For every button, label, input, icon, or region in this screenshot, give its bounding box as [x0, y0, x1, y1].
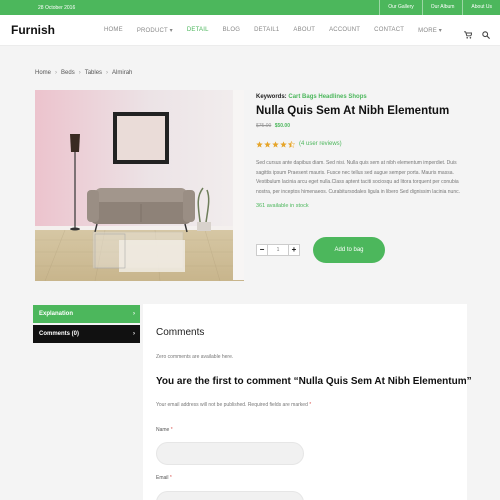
required-note: Your email address will not be published…: [156, 402, 311, 408]
cart-icon[interactable]: [464, 26, 473, 44]
tab-explanation[interactable]: Explanation ›: [33, 305, 140, 323]
reviews-link[interactable]: (4 user reviews): [299, 141, 342, 147]
increase-button[interactable]: +: [288, 244, 300, 256]
nav-about[interactable]: ABOUT: [293, 27, 315, 34]
logo[interactable]: Furnish: [11, 23, 55, 37]
breadcrumb: Home › Beds › Tables › Almirah: [35, 70, 132, 76]
breadcrumb-beds[interactable]: Beds: [61, 70, 75, 76]
product-tabs: Explanation › Comments (0) ›: [33, 305, 140, 343]
date-text: 28 October 2016: [38, 5, 76, 11]
star-icon: [264, 135, 271, 153]
tab-comments-label: Comments (0): [39, 331, 80, 337]
email-label: Email *: [156, 475, 172, 481]
nav-detail1[interactable]: DETAIL1: [254, 27, 279, 34]
zero-comments-text: Zero comments are available here.: [156, 354, 234, 360]
product-image[interactable]: [35, 90, 244, 281]
name-label-text: Name: [156, 427, 170, 433]
new-price: $50.00: [274, 123, 290, 129]
top-link-about[interactable]: About Us: [462, 0, 500, 15]
breadcrumb-separator: ›: [78, 70, 81, 76]
main-header: Furnish HOME PRODUCT ▾ DETAIL BLOG DETAI…: [0, 15, 500, 46]
name-label: Name *: [156, 427, 173, 433]
top-link-album[interactable]: Our Album: [421, 0, 463, 15]
breadcrumb-separator: ›: [106, 70, 109, 76]
nav-blog[interactable]: BLOG: [223, 27, 240, 34]
main-nav: HOME PRODUCT ▾ DETAIL BLOG DETAIL1 ABOUT…: [104, 27, 456, 34]
name-field[interactable]: [156, 442, 304, 465]
tab-comments[interactable]: Comments (0) ›: [33, 325, 140, 343]
star-icon: [280, 135, 287, 153]
keywords-label: Keywords:: [256, 94, 287, 100]
breadcrumb-almirah: Almirah: [112, 70, 133, 76]
email-field[interactable]: [156, 491, 304, 500]
product-title: Nulla Quis Sem At Nibh Elementum: [256, 105, 450, 117]
nav-detail[interactable]: DETAIL: [187, 27, 209, 34]
required-note-text: Your email address will not be published…: [156, 402, 308, 408]
star-icon: [256, 135, 263, 153]
keywords: Keywords: Cart Bags Headlines Shops: [256, 94, 468, 100]
required-asterisk: *: [170, 427, 173, 433]
breadcrumb-tables[interactable]: Tables: [85, 70, 102, 76]
chevron-right-icon: ›: [133, 331, 135, 337]
product-description: Sed cursus ante dapibus diam. Sed nisi. …: [256, 160, 461, 195]
nav-product[interactable]: PRODUCT ▾: [137, 27, 173, 34]
stock-status: 361 available in stock: [256, 203, 309, 210]
star-half-icon: [287, 135, 296, 153]
comments-heading: Comments: [156, 327, 205, 338]
nav-account[interactable]: ACCOUNT: [329, 27, 360, 34]
price-block: $75.00 $50.00: [256, 123, 468, 129]
keywords-links[interactable]: Cart Bags Headlines Shops: [288, 94, 366, 100]
first-comment-heading: You are the first to comment “Nulla Quis…: [156, 376, 472, 387]
nav-more[interactable]: MORE ▾: [418, 27, 442, 34]
rating: (4 user reviews): [256, 135, 468, 153]
product-info: Keywords: Cart Bags Headlines Shops Null…: [256, 94, 468, 263]
top-links: Our Gallery Our Album About Us: [379, 0, 500, 15]
decrease-button[interactable]: −: [256, 244, 268, 256]
quantity-input[interactable]: 1: [268, 244, 288, 256]
email-label-text: Email: [156, 475, 169, 481]
breadcrumb-home[interactable]: Home: [35, 70, 51, 76]
required-asterisk: *: [169, 475, 172, 481]
tab-explanation-label: Explanation: [39, 311, 74, 317]
chevron-right-icon: ›: [133, 311, 135, 317]
quantity-stepper: − 1 +: [256, 244, 300, 256]
nav-home[interactable]: HOME: [104, 27, 123, 34]
buy-row: − 1 + Add to bag: [256, 237, 468, 265]
star-icon: [272, 135, 279, 153]
comments-panel: Comments Zero comments are available her…: [143, 304, 472, 500]
breadcrumb-separator: ›: [55, 70, 58, 76]
add-to-bag-button[interactable]: Add to bag: [313, 237, 385, 263]
old-price: $75.00: [256, 123, 272, 129]
required-asterisk: *: [309, 402, 312, 408]
search-icon[interactable]: [482, 26, 490, 44]
top-bar: 28 October 2016 Our Gallery Our Album Ab…: [0, 0, 500, 15]
nav-contact[interactable]: CONTACT: [374, 27, 404, 34]
header-icons: [464, 26, 490, 44]
top-link-gallery[interactable]: Our Gallery: [379, 0, 422, 15]
